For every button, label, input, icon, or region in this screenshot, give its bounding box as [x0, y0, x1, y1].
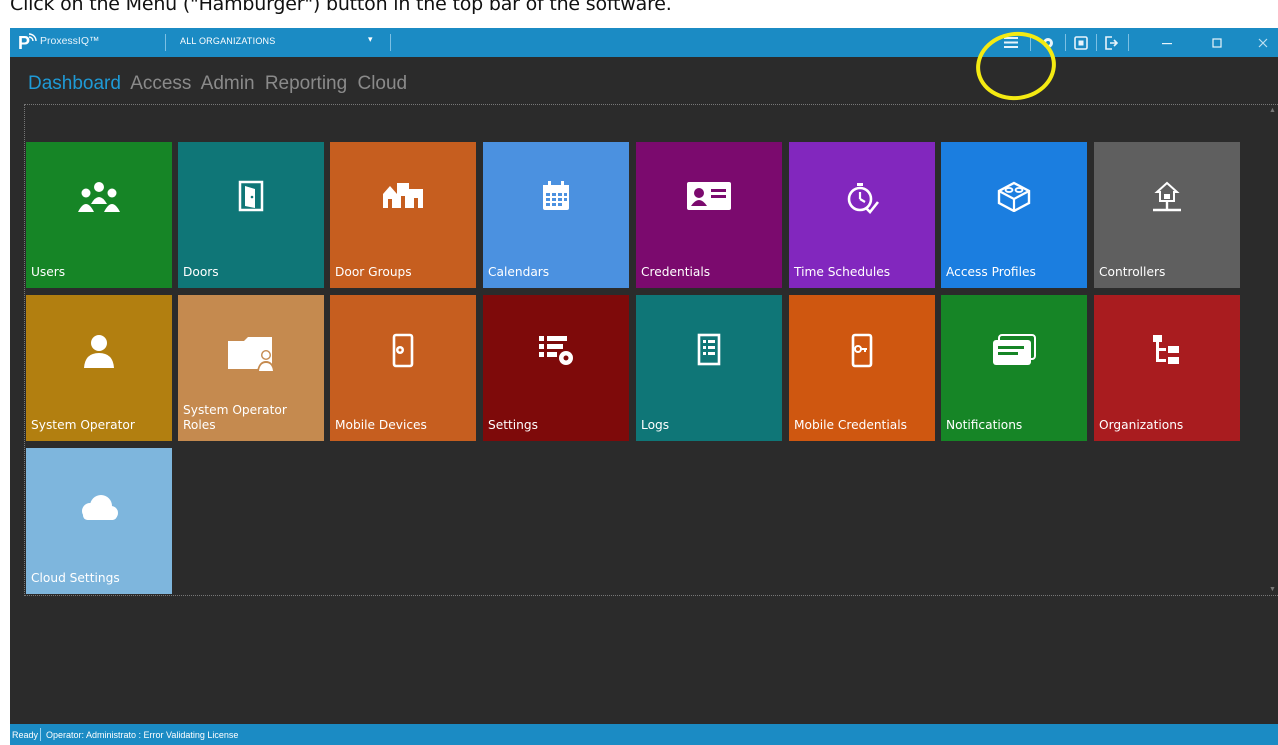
tile-label: Access Profiles [946, 265, 1036, 279]
log-list-icon [636, 333, 782, 403]
tile-logs[interactable]: Logs [636, 295, 782, 441]
instruction-text: Click on the Menu ("Hamburger") button i… [10, 0, 672, 15]
main-navigation: Dashboard Access Admin Reporting Cloud [28, 73, 412, 99]
tile-label: Organizations [1099, 418, 1184, 432]
scroll-down-icon[interactable]: ▼ [1269, 586, 1276, 593]
proxessiq-logo-icon: P [18, 33, 37, 53]
tile-label: Users [31, 265, 66, 279]
app-icon [1074, 35, 1088, 50]
cloud-icon [26, 486, 172, 556]
stopwatch-icon [789, 180, 935, 250]
tile-label: Doors [183, 265, 219, 279]
divider [1128, 34, 1129, 51]
logout-icon [1105, 35, 1118, 50]
minimize-button[interactable] [1156, 32, 1178, 53]
mobile-key-icon [789, 333, 935, 403]
maximize-button[interactable] [1206, 32, 1228, 53]
door-groups-icon [330, 180, 476, 250]
tile-doors[interactable]: Doors [178, 142, 324, 288]
tile-label: System Operator Roles [183, 403, 287, 432]
lego-brick-icon [941, 180, 1087, 250]
divider [1065, 34, 1066, 51]
status-operator: Operator: Administrato : Error Validatin… [46, 730, 239, 740]
tile-label: Mobile Devices [335, 418, 427, 432]
tile-door-groups[interactable]: Door Groups [330, 142, 476, 288]
maximize-icon [1212, 37, 1222, 48]
tile-calendars[interactable]: Calendars [483, 142, 629, 288]
divider [40, 728, 41, 741]
status-bar: Ready Operator: Administrato : Error Val… [10, 724, 1278, 745]
users-icon [26, 180, 172, 250]
network-home-icon [1094, 180, 1240, 250]
tile-time-schedules[interactable]: Time Schedules [789, 142, 935, 288]
status-ready: Ready [12, 730, 39, 740]
tile-label: Notifications [946, 418, 1023, 432]
close-icon [1258, 38, 1268, 47]
tile-system-operator[interactable]: System Operator [26, 295, 172, 441]
tile-label: Settings [488, 418, 538, 432]
org-tree-icon [1094, 333, 1240, 403]
calendar-icon [483, 180, 629, 250]
tile-label: Credentials [641, 265, 711, 279]
tile-mobile-devices[interactable]: Mobile Devices [330, 295, 476, 441]
divider [165, 34, 166, 51]
app-name: ProxessIQ™ [40, 35, 100, 47]
logout-button[interactable] [1100, 32, 1122, 53]
tile-label: Time Schedules [794, 265, 891, 279]
close-button[interactable] [1252, 32, 1274, 53]
app-window: P ProxessIQ™ ALL ORGANIZATIONS ▾ Dashboa… [10, 28, 1278, 745]
door-icon [178, 180, 324, 250]
settings-list-icon [483, 333, 629, 403]
tile-settings[interactable]: Settings [483, 295, 629, 441]
tab-reporting[interactable]: Reporting [265, 73, 347, 94]
scroll-up-icon[interactable]: ▲ [1269, 107, 1276, 114]
tile-notifications[interactable]: Notifications [941, 295, 1087, 441]
tab-access[interactable]: Access [130, 73, 191, 94]
tab-admin[interactable]: Admin [201, 73, 255, 94]
person-icon [26, 333, 172, 403]
svg-text:P: P [18, 33, 30, 53]
tile-cloud-settings[interactable]: Cloud Settings [26, 448, 172, 594]
tile-access-profiles[interactable]: Access Profiles [941, 142, 1087, 288]
tab-cloud[interactable]: Cloud [357, 73, 407, 94]
notification-message-icon [941, 333, 1087, 403]
tab-dashboard[interactable]: Dashboard [28, 73, 121, 94]
tile-label: Calendars [488, 265, 550, 279]
tile-credentials[interactable]: Credentials [636, 142, 782, 288]
tile-label: Mobile Credentials [794, 418, 907, 432]
mobile-gear-icon [330, 333, 476, 403]
id-card-icon [636, 180, 782, 250]
organization-dropdown-arrow-icon[interactable]: ▾ [368, 34, 373, 45]
tile-label: Cloud Settings [31, 571, 120, 585]
tile-label: Logs [641, 418, 670, 432]
minimize-icon [1162, 42, 1172, 44]
tile-controllers[interactable]: Controllers [1094, 142, 1240, 288]
organization-selector[interactable]: ALL ORGANIZATIONS [180, 36, 275, 46]
dashboard-scrollbar[interactable]: ▲ ▼ [1268, 105, 1278, 595]
tile-mobile-credentials[interactable]: Mobile Credentials [789, 295, 935, 441]
tile-users[interactable]: Users [26, 142, 172, 288]
title-bar: P ProxessIQ™ ALL ORGANIZATIONS ▾ [10, 28, 1278, 57]
tile-system-operator-roles[interactable]: System Operator Roles [178, 295, 324, 441]
divider [1096, 34, 1097, 51]
tile-label: Controllers [1099, 265, 1166, 279]
tile-label: System Operator [31, 418, 135, 432]
app-window-button[interactable] [1070, 32, 1092, 53]
tile-label: Door Groups [335, 265, 412, 279]
tile-organizations[interactable]: Organizations [1094, 295, 1240, 441]
divider [390, 34, 391, 51]
folder-person-icon [178, 333, 324, 403]
